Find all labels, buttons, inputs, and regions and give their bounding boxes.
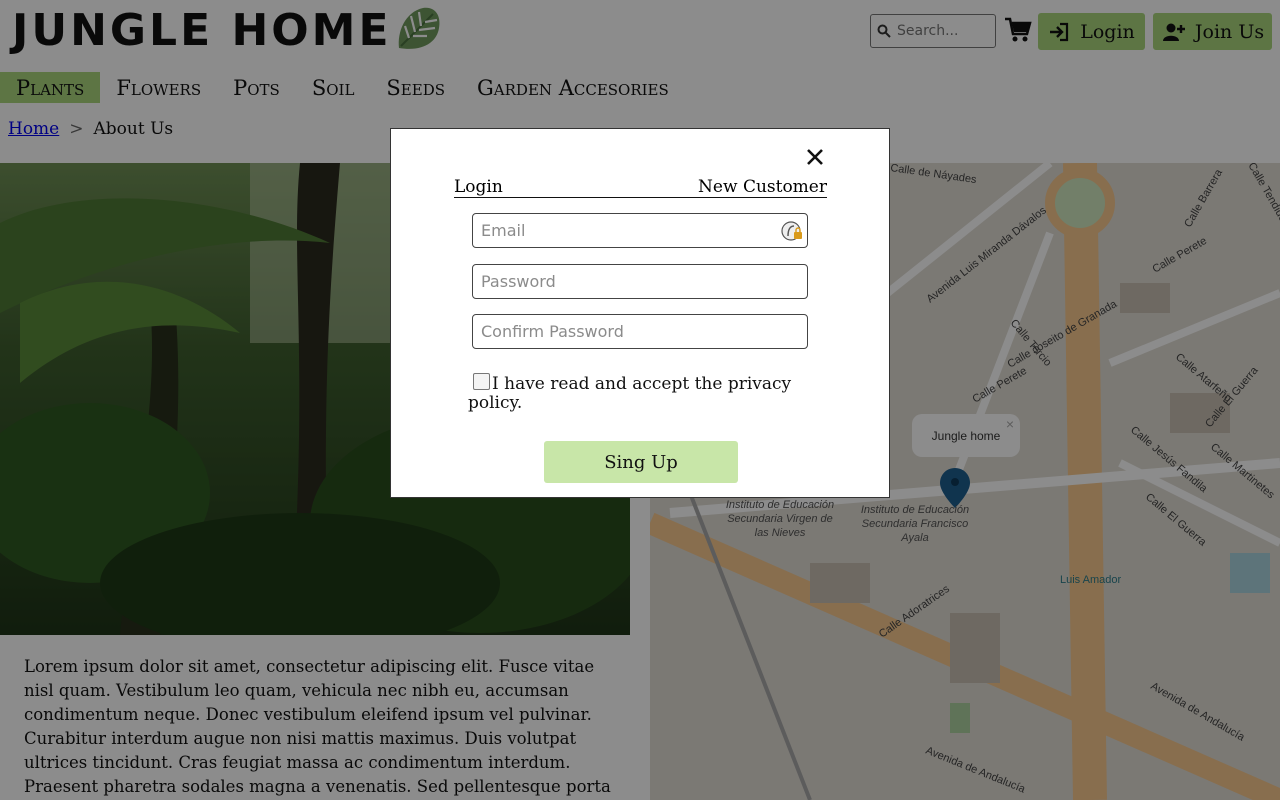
- confirm-password-input[interactable]: [479, 321, 773, 342]
- privacy-checkbox[interactable]: [473, 373, 490, 390]
- auth-tabs: Login New Customer: [454, 177, 827, 198]
- confirm-password-field[interactable]: [472, 314, 808, 349]
- page: JUNGLE HOME Login Join Us Plant: [0, 0, 1280, 800]
- close-icon[interactable]: [803, 145, 827, 169]
- privacy-consent-label: I have read and accept the privacy polic…: [468, 374, 792, 413]
- sign-up-button[interactable]: Sing Up: [544, 441, 738, 483]
- privacy-consent: I have read and accept the privacy polic…: [468, 373, 808, 413]
- password-input[interactable]: [479, 271, 773, 292]
- tab-new-customer[interactable]: New Customer: [698, 177, 827, 197]
- password-manager-icon[interactable]: [781, 220, 803, 242]
- password-field[interactable]: [472, 264, 808, 299]
- signup-modal: Login New Customer I have read and accep…: [390, 128, 890, 498]
- email-field[interactable]: [472, 213, 808, 248]
- tab-login[interactable]: Login: [454, 177, 503, 197]
- email-input[interactable]: [479, 220, 773, 241]
